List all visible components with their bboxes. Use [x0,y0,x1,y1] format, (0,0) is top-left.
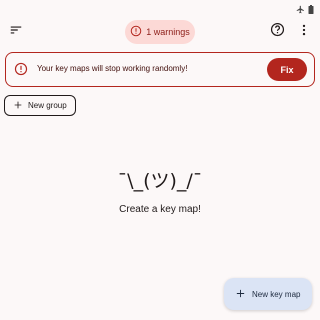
sort-icon [9,23,23,42]
help-icon [270,22,285,42]
warning-banner: Your key maps will stop working randomly… [5,52,315,87]
empty-state-message: Create a key map! [119,204,201,215]
more-vert-icon [297,23,311,42]
shrug-emoticon: ¯\_(ツ)_/¯ [117,170,203,192]
error-icon [14,62,28,81]
status-bar [0,0,320,14]
new-key-map-button[interactable]: New key map [224,278,312,310]
fix-button[interactable]: Fix [267,58,307,81]
add-icon [13,100,23,112]
warnings-chip[interactable]: 1 warnings [125,20,195,44]
more-options-button[interactable] [292,20,316,44]
new-group-button[interactable]: New group [4,95,76,116]
add-icon [235,288,246,301]
battery-icon [308,1,314,19]
new-group-label: New group [28,101,67,110]
warning-message: Your key maps will stop working randomly… [37,64,188,73]
airplane-icon [296,1,305,19]
help-button[interactable] [265,20,289,44]
new-key-map-label: New key map [252,289,301,299]
sort-menu-button[interactable] [4,20,28,44]
top-app-bar: 1 warnings [0,18,320,46]
error-icon [130,25,142,39]
status-icons [296,1,314,19]
warnings-label: 1 warnings [146,27,190,37]
